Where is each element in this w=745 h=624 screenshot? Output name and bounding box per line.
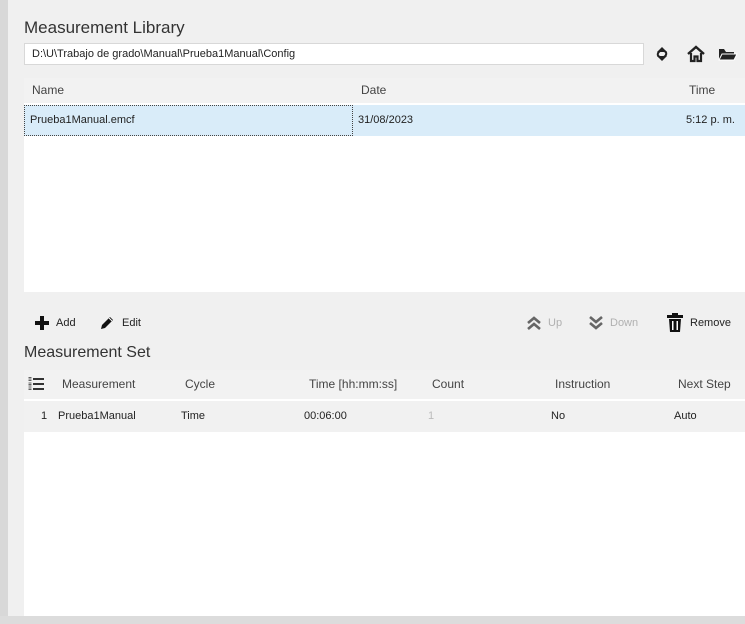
left-edge xyxy=(0,0,8,624)
down-button[interactable]: Down xyxy=(588,311,638,335)
column-time[interactable]: Time xyxy=(689,83,715,97)
column-next-step[interactable]: Next Step xyxy=(678,377,731,391)
row-cycle: Time xyxy=(181,410,206,422)
row-next-step: Auto xyxy=(674,410,697,422)
down-label: Down xyxy=(610,317,639,329)
row-time: 00:06:00 xyxy=(304,410,347,422)
row-index: 1 xyxy=(41,410,48,422)
edit-label: Edit xyxy=(122,317,141,329)
up-label: Up xyxy=(548,317,563,329)
row-instruction: No xyxy=(551,410,566,422)
edit-button[interactable]: Edit xyxy=(98,311,141,335)
library-table-header: Name Date Time xyxy=(24,78,745,103)
add-label: Add xyxy=(56,317,76,329)
column-time-hms[interactable]: Time [hh:mm:ss] xyxy=(309,377,397,391)
bottom-edge xyxy=(0,616,745,624)
row-time: 5:12 p. m. xyxy=(686,114,735,126)
trash-icon xyxy=(667,313,683,332)
set-table-header: Measurement Cycle Time [hh:mm:ss] Count … xyxy=(24,370,745,399)
set-toolbar: Add Edit Up Down Remove xyxy=(24,311,745,335)
library-path-field[interactable]: D:\U\Trabajo de grado\Manual\Prueba1Manu… xyxy=(24,43,644,65)
measurement-set-title: Measurement Set xyxy=(24,344,151,361)
folder-open-icon xyxy=(718,49,738,61)
focus-rectangle xyxy=(24,105,353,136)
app-window: Measurement Library D:\U\Trabajo de grad… xyxy=(0,0,745,624)
list-order-icon[interactable] xyxy=(28,376,44,395)
open-folder-button[interactable] xyxy=(716,42,740,66)
row-date: 31/08/2023 xyxy=(358,114,414,126)
column-instruction[interactable]: Instruction xyxy=(555,377,610,391)
measurement-set-table: Measurement Cycle Time [hh:mm:ss] Count … xyxy=(24,370,745,616)
row-count: 1 xyxy=(428,410,435,422)
row-measurement: Prueba1Manual xyxy=(58,410,136,422)
double-chevron-up-icon xyxy=(527,316,541,330)
table-row[interactable]: 1 Prueba1Manual Time 00:06:00 1 No Auto xyxy=(24,401,745,432)
add-button[interactable]: Add xyxy=(34,311,76,335)
remove-label: Remove xyxy=(690,317,731,329)
column-date[interactable]: Date xyxy=(361,83,386,97)
refresh-button[interactable] xyxy=(650,42,674,66)
up-button[interactable]: Up xyxy=(526,311,562,335)
remove-button[interactable]: Remove xyxy=(666,311,731,335)
double-chevron-down-icon xyxy=(589,316,603,330)
pencil-icon xyxy=(101,317,113,329)
refresh-icon xyxy=(656,47,668,61)
home-icon xyxy=(687,45,705,63)
plus-icon xyxy=(35,316,49,330)
library-table: Name Date Time Prueba1Manual.emcf 31/08/… xyxy=(24,78,745,292)
home-button[interactable] xyxy=(684,42,708,66)
measurement-library-title: Measurement Library xyxy=(24,18,185,37)
column-count[interactable]: Count xyxy=(432,377,464,391)
column-measurement[interactable]: Measurement xyxy=(62,377,135,391)
column-cycle[interactable]: Cycle xyxy=(185,377,215,391)
column-name[interactable]: Name xyxy=(32,83,64,97)
